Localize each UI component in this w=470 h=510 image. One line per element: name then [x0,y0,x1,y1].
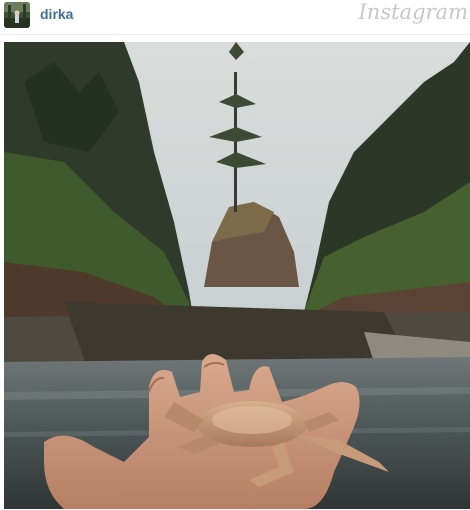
header-divider [0,34,470,35]
username-link[interactable]: dirka [40,6,73,22]
avatar-icon [4,2,30,28]
post-photo[interactable] [4,42,470,509]
instagram-post-embed: dirka Instagram [0,0,470,510]
post-header: dirka Instagram [0,0,470,34]
photo-image [4,42,470,509]
avatar[interactable] [4,2,30,28]
instagram-logo[interactable]: Instagram [359,0,468,24]
